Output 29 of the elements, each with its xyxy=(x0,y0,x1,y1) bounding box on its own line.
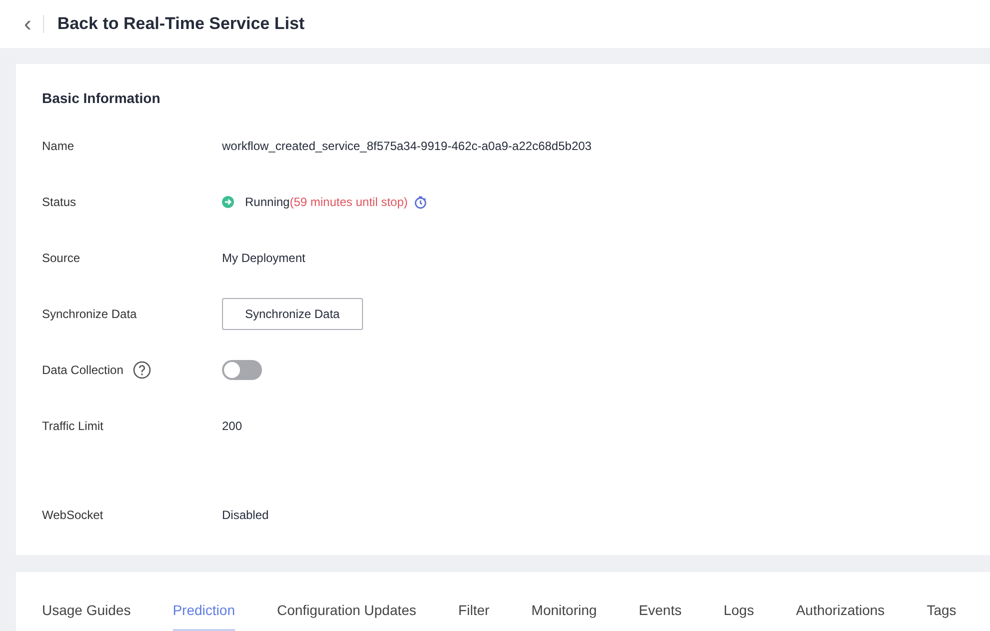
field-label: Data Collection xyxy=(42,363,124,377)
tab[interactable]: Configuration Updates xyxy=(276,602,416,631)
help-icon[interactable] xyxy=(133,361,152,379)
tab[interactable]: Usage Guides xyxy=(42,602,131,631)
tab[interactable]: Tags xyxy=(926,602,956,631)
stopwatch-icon[interactable] xyxy=(414,196,427,208)
field-label: Name xyxy=(42,139,74,153)
tab[interactable]: Events xyxy=(638,602,682,631)
field-label: WebSocket xyxy=(42,508,104,522)
status-text: Running(59 minutes until stop) xyxy=(245,195,408,209)
synchronize-data-button[interactable]: Synchronize Data xyxy=(222,298,363,330)
running-status-icon xyxy=(222,196,234,208)
tab[interactable]: Filter xyxy=(458,602,490,631)
field-label: Synchronize Data xyxy=(42,307,137,321)
tab[interactable]: Authorizations xyxy=(796,602,885,631)
field-value: workflow_created_service_8f575a34-9919-462c-a0a9-a22c68d5b203 xyxy=(222,139,592,153)
tab[interactable]: Prediction xyxy=(172,602,235,631)
field-value: Disabled xyxy=(222,508,269,522)
section-heading: Basic Information xyxy=(42,90,162,106)
field-label: Source xyxy=(42,251,80,265)
tab[interactable]: Monitoring xyxy=(531,602,597,631)
field-label: Traffic Limit xyxy=(42,419,104,433)
back-icon[interactable]: ‹ xyxy=(24,13,32,35)
field-value: 200 xyxy=(222,419,242,433)
field-value: My Deployment xyxy=(222,251,306,265)
toggle-switch[interactable] xyxy=(222,360,262,380)
field-label: Status xyxy=(42,195,76,209)
page-title: Back to Real-Time Service List xyxy=(57,14,305,34)
tab[interactable]: Logs xyxy=(724,602,754,631)
